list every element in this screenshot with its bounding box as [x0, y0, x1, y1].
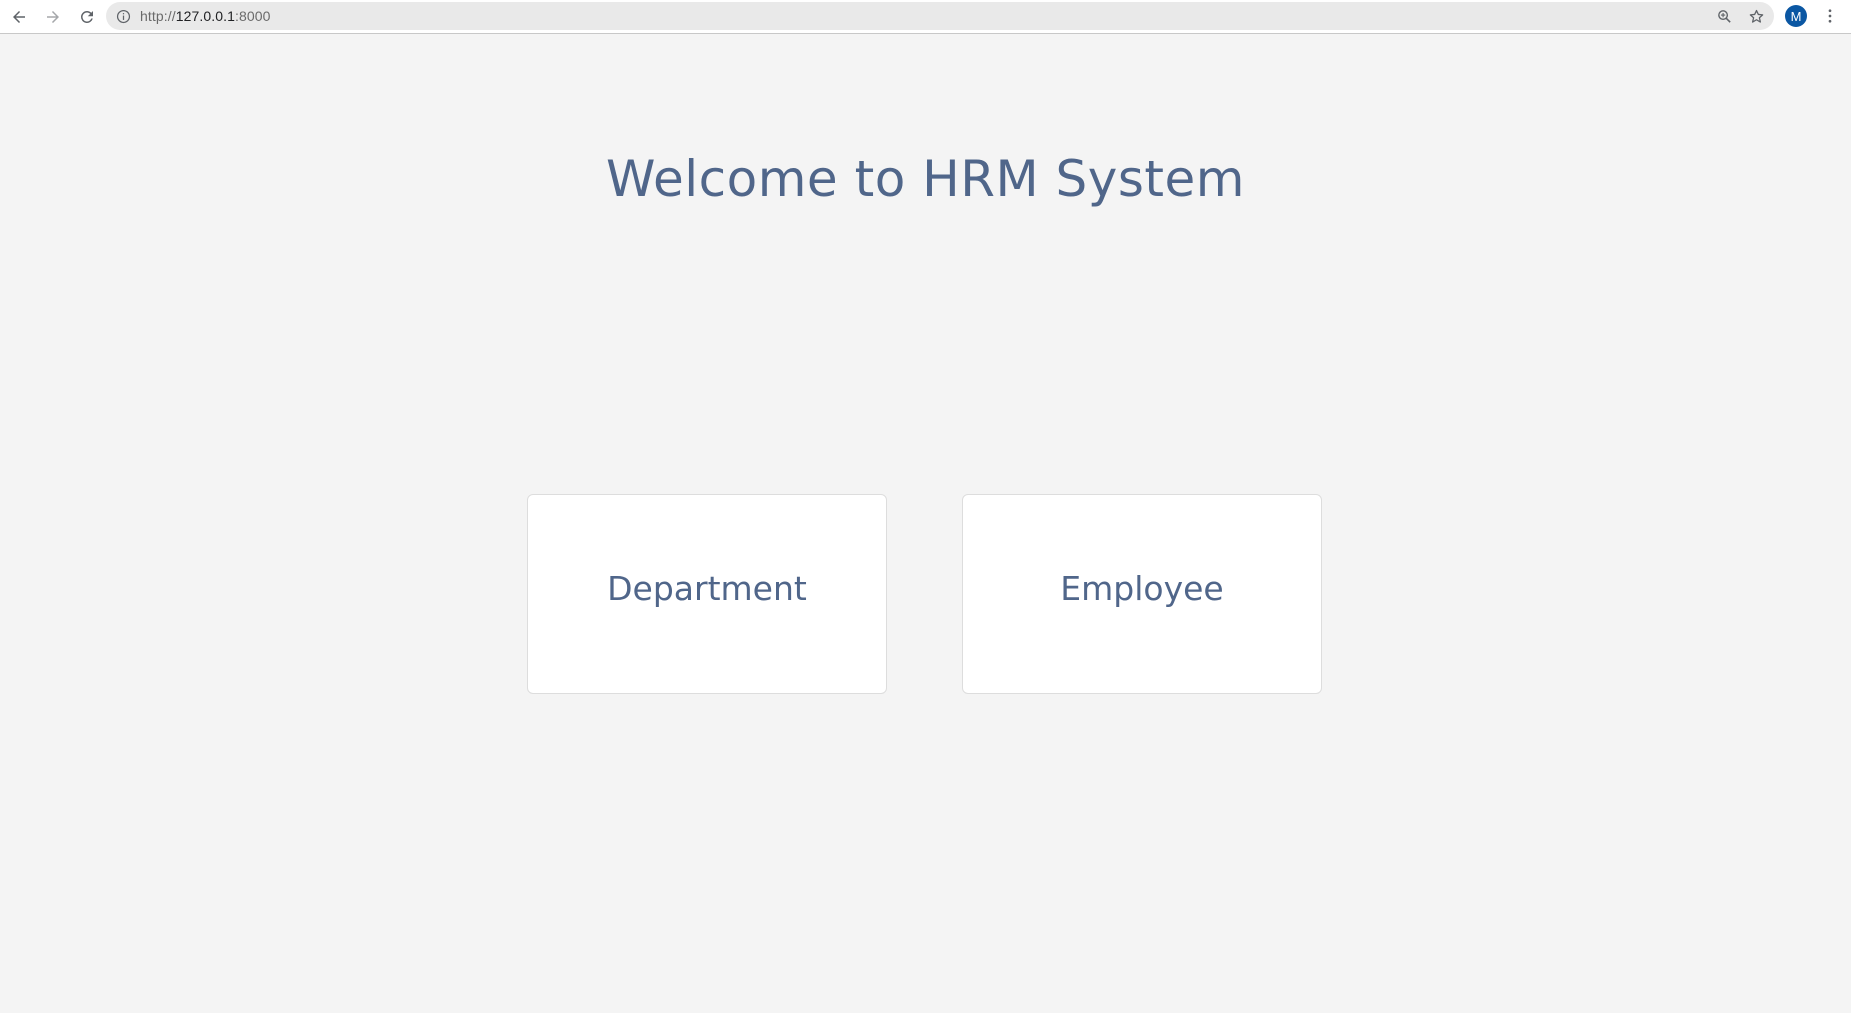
browser-toolbar: http://127.0.0.1:8000 M — [0, 0, 1851, 34]
star-icon[interactable] — [1746, 6, 1766, 26]
info-icon[interactable] — [115, 8, 131, 24]
department-card-label: Department — [607, 568, 807, 608]
url-scheme: http:// — [140, 8, 176, 24]
zoom-icon[interactable] — [1714, 6, 1734, 26]
url-text: http://127.0.0.1:8000 — [140, 8, 271, 24]
url-host: 127.0.0.1 — [175, 8, 236, 24]
menu-dots-icon[interactable] — [1820, 6, 1840, 26]
page-title: Welcome to HRM System — [605, 150, 1245, 208]
profile-avatar[interactable]: M — [1785, 5, 1807, 27]
employee-card-label: Employee — [1060, 568, 1224, 608]
url-port: :8000 — [235, 8, 271, 24]
employee-card[interactable]: Employee — [962, 494, 1322, 694]
department-card[interactable]: Department — [527, 494, 887, 694]
reload-icon[interactable] — [76, 6, 98, 28]
back-arrow-icon[interactable] — [8, 6, 30, 28]
forward-arrow-icon[interactable] — [42, 6, 64, 28]
address-bar[interactable]: http://127.0.0.1:8000 — [106, 2, 1774, 30]
